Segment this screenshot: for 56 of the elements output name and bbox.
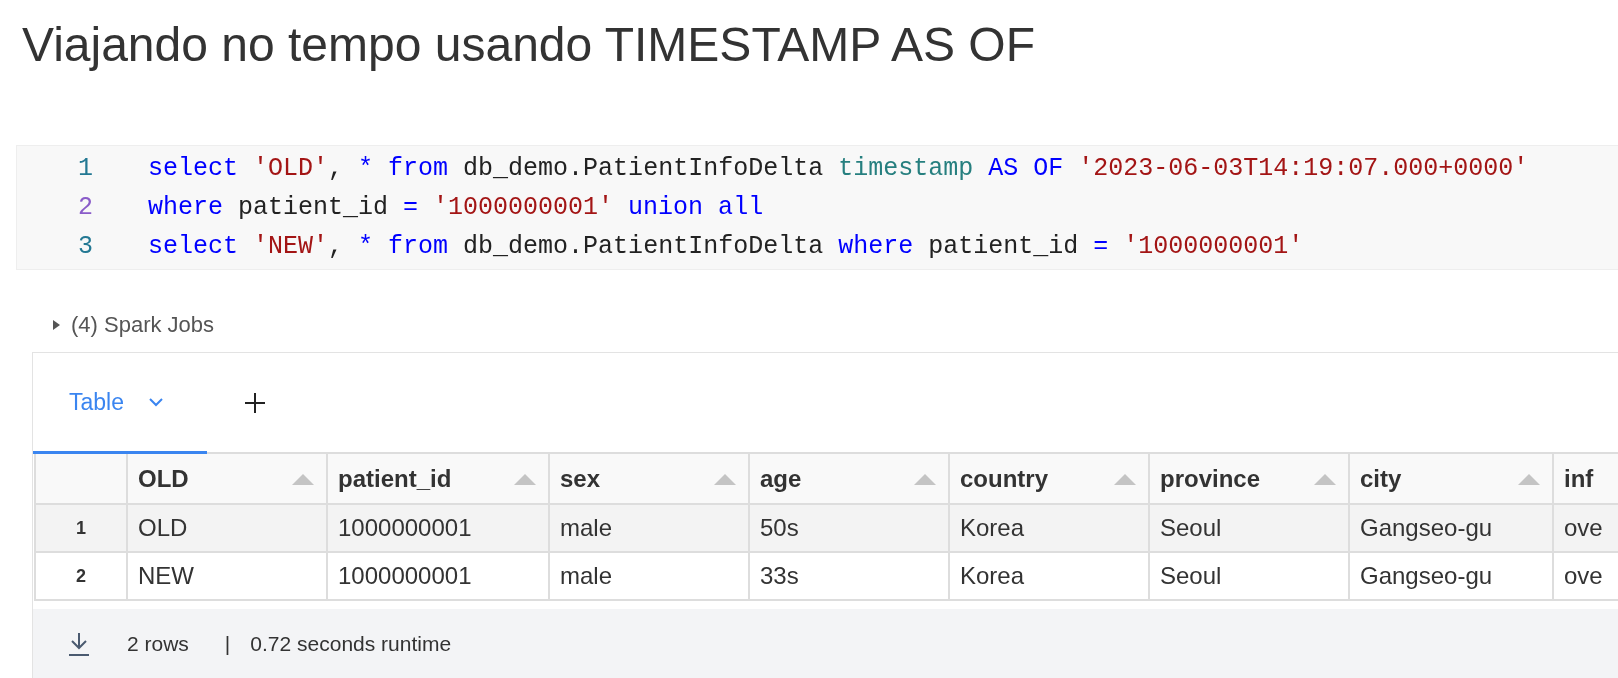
column-label: OLD xyxy=(138,464,189,493)
sort-triangle-icon[interactable] xyxy=(290,471,316,486)
row-index-cell: 1 xyxy=(35,504,127,552)
sort-triangle-icon[interactable] xyxy=(1516,471,1542,486)
expand-caret-icon[interactable] xyxy=(52,319,61,331)
column-header[interactable]: patient_id xyxy=(327,454,549,504)
plus-icon xyxy=(244,391,266,414)
code-line: select 'NEW', * from db_demo.PatientInfoDelta where patient_id = '1000000001' xyxy=(148,232,1304,261)
column-header[interactable]: OLD xyxy=(127,454,327,504)
page-title: Viajando no tempo usando TIMESTAMP AS OF xyxy=(22,17,1036,73)
column-header[interactable]: country xyxy=(949,454,1149,504)
column-header[interactable]: city xyxy=(1349,454,1553,504)
table-cell: 50s xyxy=(749,504,949,552)
sort-triangle-icon[interactable] xyxy=(1312,471,1338,486)
table-cell: Gangseo-gu xyxy=(1349,552,1553,600)
code-line: where patient_id = '1000000001' union all xyxy=(148,193,764,222)
column-header[interactable]: province xyxy=(1149,454,1349,504)
sort-triangle-icon[interactable] xyxy=(1112,471,1138,486)
table-cell: Seoul xyxy=(1149,504,1349,552)
table-cell: 1000000001 xyxy=(327,552,549,600)
row-count: 2 rows xyxy=(127,631,189,656)
table-cell: ove xyxy=(1553,552,1618,600)
table-cell: male xyxy=(549,552,749,600)
column-header[interactable]: inf xyxy=(1553,454,1618,504)
sort-triangle-icon[interactable] xyxy=(912,471,938,486)
runtime-text: 0.72 seconds runtime xyxy=(250,631,452,656)
table-cell: Korea xyxy=(949,552,1149,600)
column-label: age xyxy=(760,464,802,493)
table-cell: NEW xyxy=(127,552,327,600)
table-cell: male xyxy=(549,504,749,552)
column-label: province xyxy=(1160,464,1261,493)
table-cell: OLD xyxy=(127,504,327,552)
table-cell: Korea xyxy=(949,504,1149,552)
row-index-cell: 2 xyxy=(35,552,127,600)
column-label: city xyxy=(1360,464,1402,493)
column-label: inf xyxy=(1564,464,1594,493)
column-label: sex xyxy=(560,464,601,493)
line-number: 1 xyxy=(77,154,93,183)
line-number: 2 xyxy=(77,193,93,222)
column-header[interactable]: age xyxy=(749,454,949,504)
table-cell: Seoul xyxy=(1149,552,1349,600)
sort-triangle-icon[interactable] xyxy=(512,471,538,486)
table-cell: ove xyxy=(1553,504,1618,552)
column-label: country xyxy=(960,464,1048,493)
code-line: select 'OLD', * from db_demo.PatientInfoDelta timestamp AS OF '2023-06-03T14:19:07.000+0000' xyxy=(148,154,1529,183)
chevron-down-icon[interactable] xyxy=(148,397,164,407)
download-icon[interactable] xyxy=(67,630,91,657)
table-cell: 33s xyxy=(749,552,949,600)
separator: | xyxy=(224,631,231,656)
sort-triangle-icon[interactable] xyxy=(712,471,738,486)
table-cell: Gangseo-gu xyxy=(1349,504,1553,552)
column-label: patient_id xyxy=(338,464,452,493)
column-header[interactable]: sex xyxy=(549,454,749,504)
line-number: 3 xyxy=(77,232,93,261)
table-cell: 1000000001 xyxy=(327,504,549,552)
spark-jobs-toggle[interactable]: (4) Spark Jobs xyxy=(71,312,215,338)
